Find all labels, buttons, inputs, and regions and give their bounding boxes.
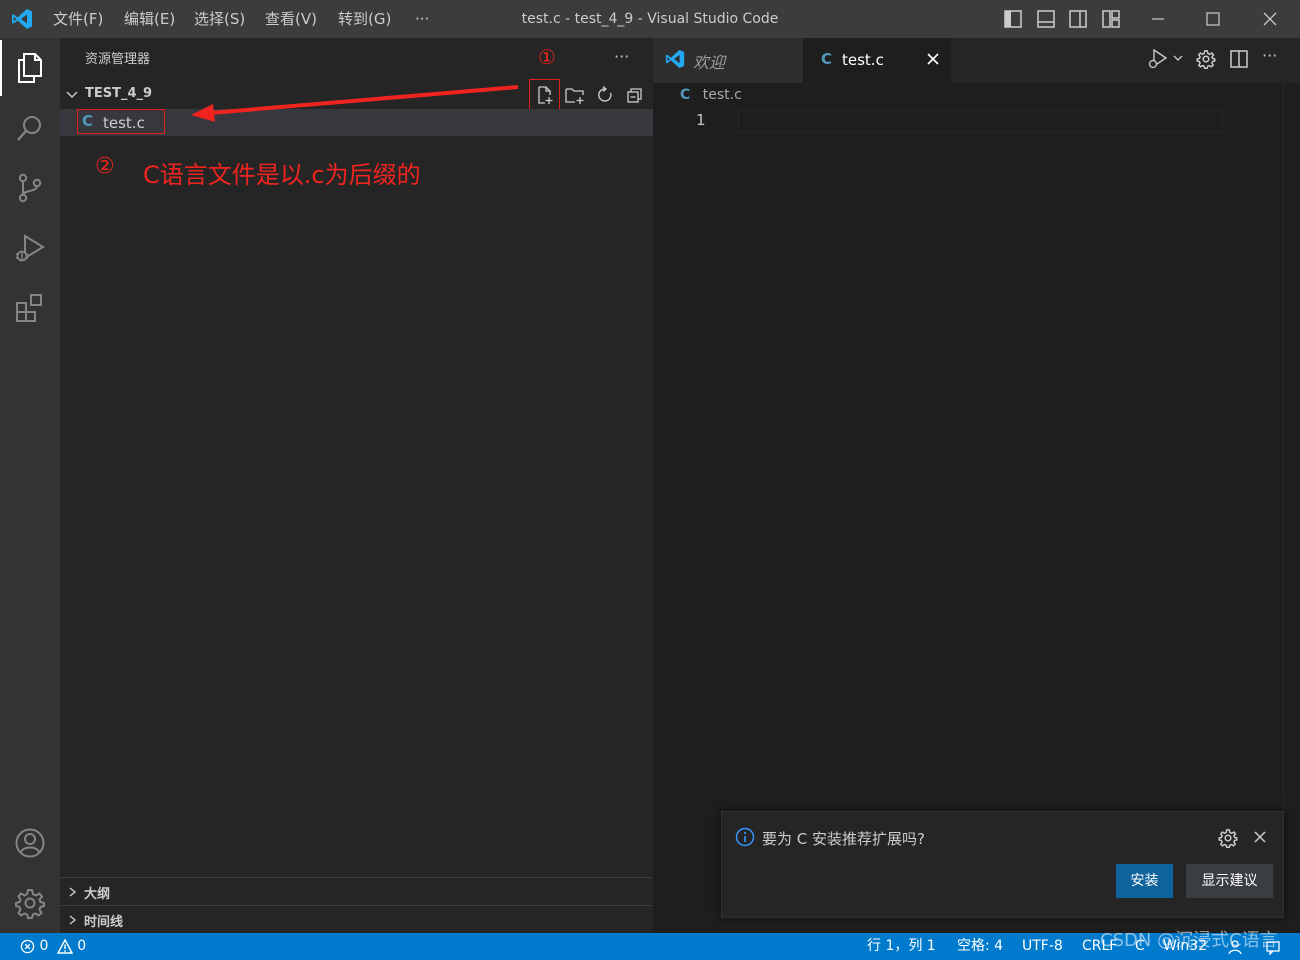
annotation-marker-1: ①	[538, 45, 556, 69]
toggle-secondary-sidebar-icon[interactable]	[1068, 9, 1088, 29]
annotation-arrow	[185, 82, 525, 127]
run-debug-icon[interactable]	[0, 218, 60, 278]
vscode-logo-icon	[664, 48, 686, 70]
warning-icon	[56, 938, 73, 954]
minimize-icon[interactable]	[1148, 9, 1168, 29]
customize-layout-icon[interactable]	[1101, 9, 1121, 29]
tab-test-c-label: test.c	[842, 51, 884, 69]
editor-area[interactable]	[653, 83, 1300, 933]
annotation-marker-2: ②	[95, 154, 115, 179]
c-file-icon: C	[821, 50, 833, 68]
account-icon[interactable]	[0, 813, 60, 873]
breadcrumb[interactable]: C test.c	[680, 84, 742, 106]
folder-name: TEST_4_9	[85, 86, 153, 101]
tab-welcome-label: 欢迎	[693, 53, 726, 72]
chevron-down-icon[interactable]	[65, 88, 79, 102]
info-icon	[735, 827, 755, 847]
chevron-right-icon	[66, 886, 78, 898]
indentation-status[interactable]: 空格: 4	[957, 933, 1003, 960]
window-title: test.c - test_4_9 - Visual Studio Code	[521, 11, 779, 27]
line-number: 1	[696, 111, 706, 129]
watermark: CSDN @沉浸式C语言	[1100, 930, 1278, 951]
notification-message: 要为 C 安装推荐扩展吗?	[762, 830, 925, 848]
run-debug-dropdown-icon[interactable]	[1145, 48, 1187, 70]
search-icon[interactable]	[0, 98, 60, 158]
chevron-right-icon	[66, 914, 78, 926]
annotation-box-new-file	[529, 79, 560, 111]
close-window-icon[interactable]	[1260, 9, 1280, 29]
error-count: 0	[39, 938, 49, 954]
explorer-title: 资源管理器	[85, 52, 151, 67]
settings-gear-icon[interactable]	[1196, 49, 1216, 69]
notification-settings-icon[interactable]	[1218, 828, 1238, 848]
menu-go[interactable]: 转到(G)	[338, 0, 391, 38]
breadcrumb-file[interactable]: test.c	[703, 87, 742, 103]
menu-more[interactable]: ···	[415, 0, 429, 38]
warning-count: 0	[77, 938, 87, 954]
new-folder-icon[interactable]	[563, 84, 587, 106]
vscode-logo-icon	[10, 7, 34, 31]
menu-selection[interactable]: 选择(S)	[194, 0, 245, 38]
scrollbar-track[interactable]	[1283, 83, 1284, 810]
menu-file[interactable]: 文件(F)	[53, 0, 103, 38]
toggle-panel-icon[interactable]	[1036, 9, 1056, 29]
editor-more-actions[interactable]: ···	[1262, 46, 1277, 65]
manage-gear-icon[interactable]	[0, 873, 60, 933]
problems-status[interactable]: 0 0	[20, 933, 86, 960]
error-icon	[20, 939, 35, 954]
close-tab-icon[interactable]	[925, 51, 941, 67]
timeline-label: 时间线	[84, 914, 124, 930]
refresh-icon[interactable]	[593, 84, 617, 106]
menu-edit[interactable]: 编辑(E)	[124, 0, 175, 38]
annotation-box-file	[77, 109, 165, 134]
split-editor-icon[interactable]	[1229, 49, 1249, 69]
c-file-icon: C	[680, 87, 691, 103]
explorer-more-actions[interactable]: ···	[614, 47, 629, 66]
encoding-status[interactable]: UTF-8	[1022, 933, 1063, 960]
notification-close-icon[interactable]	[1252, 829, 1268, 845]
extensions-icon[interactable]	[0, 278, 60, 338]
show-recommendations-button[interactable]: 显示建议	[1186, 864, 1273, 898]
source-control-icon[interactable]	[0, 158, 60, 218]
collapse-all-icon[interactable]	[623, 84, 647, 106]
timeline-section[interactable]: 时间线	[60, 906, 653, 934]
outline-label: 大纲	[84, 886, 111, 902]
install-button[interactable]: 安装	[1116, 864, 1173, 898]
cursor-position[interactable]: 行 1，列 1	[867, 933, 936, 960]
outline-section[interactable]: 大纲	[60, 878, 653, 906]
annotation-note: C语言文件是以.c为后缀的	[143, 161, 421, 189]
maximize-icon[interactable]	[1203, 9, 1223, 29]
current-line-highlight	[738, 110, 1223, 132]
menu-view[interactable]: 查看(V)	[265, 0, 317, 38]
toggle-sidebar-icon[interactable]	[1003, 9, 1023, 29]
explorer-icon[interactable]	[0, 38, 60, 98]
